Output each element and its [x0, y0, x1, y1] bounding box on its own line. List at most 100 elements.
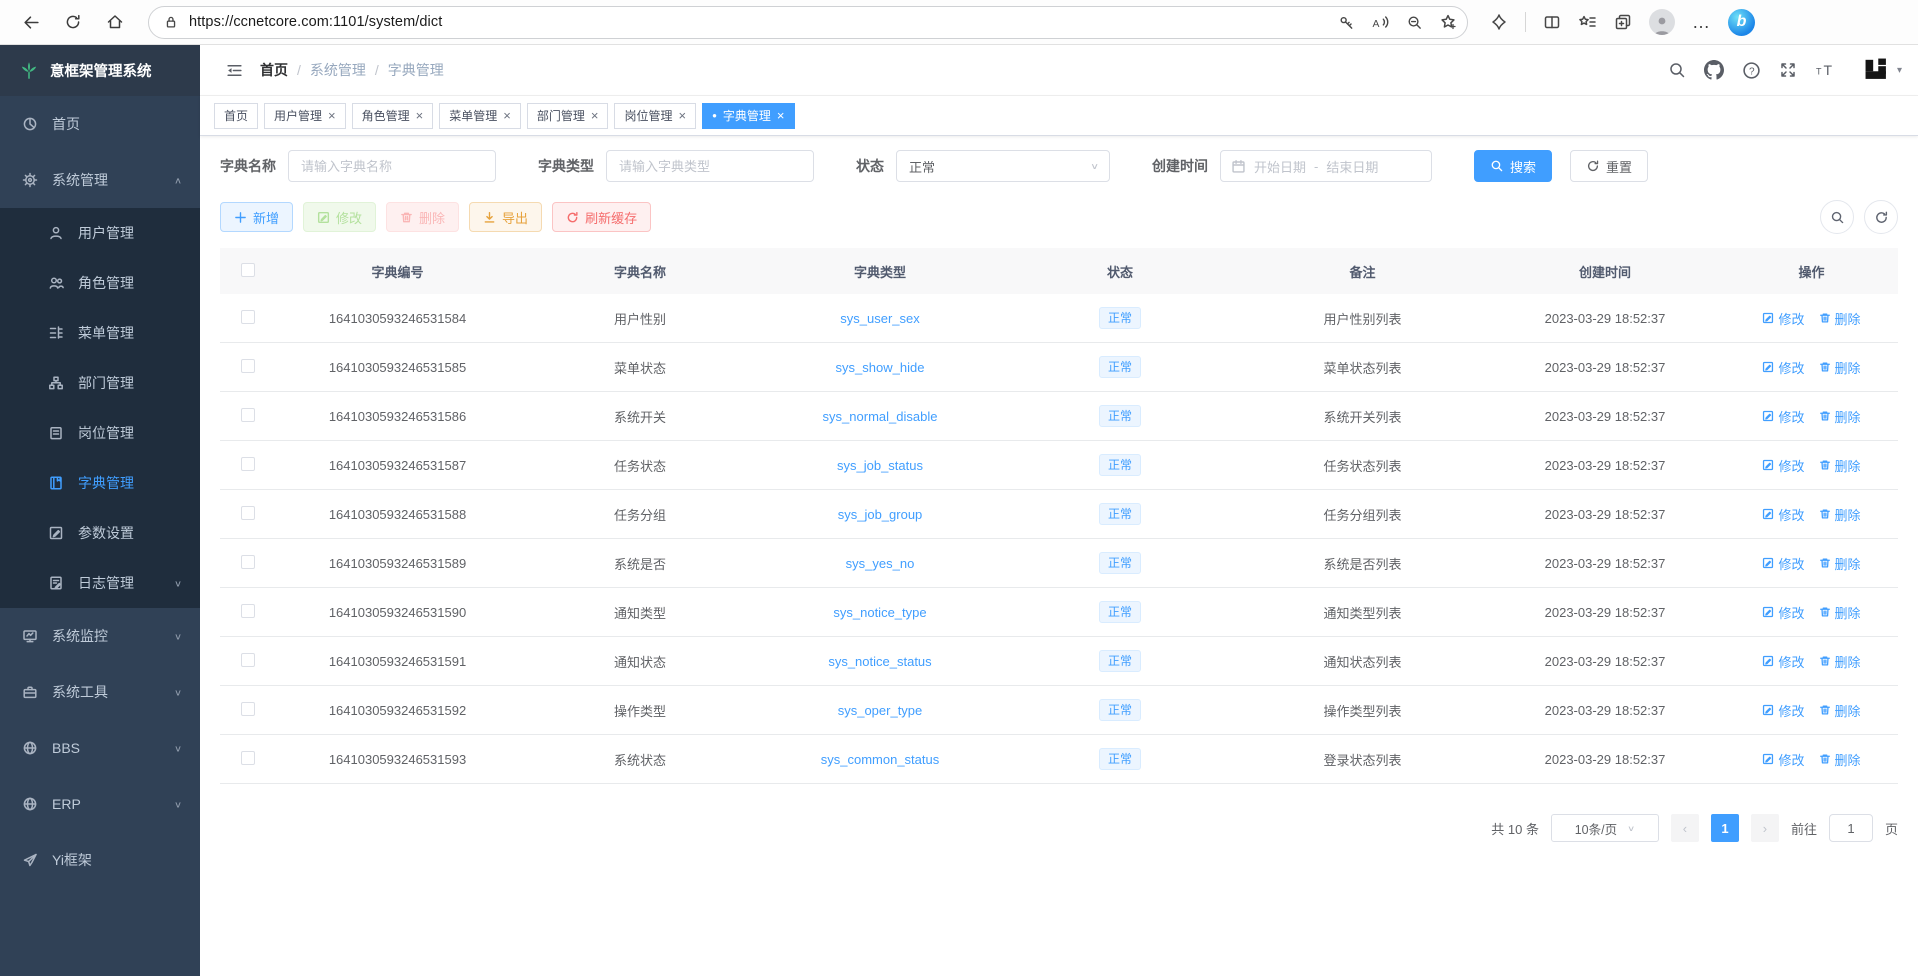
bing-chat-icon[interactable]: b: [1728, 9, 1755, 36]
tag-post[interactable]: 岗位管理×: [614, 103, 696, 129]
url-text[interactable]: https://ccnetcore.com:1101/system/dict: [189, 14, 1328, 30]
row-checkbox[interactable]: [241, 555, 255, 569]
user-menu[interactable]: ▾: [1863, 56, 1902, 84]
toggle-search-button[interactable]: [1820, 200, 1854, 234]
dict-type-link[interactable]: sys_oper_type: [838, 703, 923, 718]
favorites-icon[interactable]: [1578, 13, 1597, 31]
close-icon[interactable]: ×: [591, 108, 599, 123]
refresh-cache-button[interactable]: 刷新缓存: [552, 202, 651, 232]
select-all-checkbox[interactable]: [241, 263, 255, 277]
tag-role[interactable]: 角色管理×: [352, 103, 434, 129]
sidebar-item-home[interactable]: 首页: [0, 96, 200, 152]
date-range-picker[interactable]: 开始日期 - 结束日期: [1220, 150, 1432, 182]
delete-button[interactable]: 删除: [386, 202, 459, 232]
search-button[interactable]: 搜索: [1474, 150, 1552, 182]
help-icon[interactable]: ?: [1742, 61, 1761, 80]
row-checkbox[interactable]: [241, 604, 255, 618]
row-edit-button[interactable]: 修改: [1762, 309, 1804, 328]
row-checkbox[interactable]: [241, 506, 255, 520]
sidebar-item-yi[interactable]: Yi框架: [0, 832, 200, 888]
sidebar-item-tools[interactable]: 系统工具 ∨: [0, 664, 200, 720]
row-edit-button[interactable]: 修改: [1762, 652, 1804, 671]
close-icon[interactable]: ×: [678, 108, 686, 123]
tag-dict-active[interactable]: ●字典管理×: [702, 103, 794, 129]
row-delete-button[interactable]: 删除: [1819, 456, 1861, 475]
settings-more-icon[interactable]: …: [1692, 12, 1711, 33]
row-delete-button[interactable]: 删除: [1819, 309, 1861, 328]
dict-type-link[interactable]: sys_common_status: [821, 752, 940, 767]
dict-type-link[interactable]: sys_job_group: [838, 507, 923, 522]
dict-type-link[interactable]: sys_show_hide: [836, 360, 925, 375]
close-icon[interactable]: ×: [416, 108, 424, 123]
home-icon[interactable]: [98, 5, 132, 39]
dict-type-link[interactable]: sys_normal_disable: [823, 409, 938, 424]
sidebar-item-post[interactable]: 岗位管理: [0, 408, 200, 458]
collections-icon[interactable]: [1614, 13, 1632, 31]
row-edit-button[interactable]: 修改: [1762, 750, 1804, 769]
read-aloud-icon[interactable]: A: [1371, 14, 1390, 31]
dict-type-link[interactable]: sys_yes_no: [846, 556, 915, 571]
sidebar-item-dept[interactable]: 部门管理: [0, 358, 200, 408]
dict-type-link[interactable]: sys_notice_status: [828, 654, 931, 669]
dict-type-link[interactable]: sys_user_sex: [840, 311, 919, 326]
sidebar-item-system[interactable]: 系统管理 ∧: [0, 152, 200, 208]
row-edit-button[interactable]: 修改: [1762, 554, 1804, 573]
row-delete-button[interactable]: 删除: [1819, 652, 1861, 671]
row-delete-button[interactable]: 删除: [1819, 701, 1861, 720]
edit-button[interactable]: 修改: [303, 202, 376, 232]
export-button[interactable]: 导出: [469, 202, 542, 232]
close-icon[interactable]: ×: [503, 108, 511, 123]
row-edit-button[interactable]: 修改: [1762, 505, 1804, 524]
row-edit-button[interactable]: 修改: [1762, 358, 1804, 377]
fullscreen-icon[interactable]: [1779, 61, 1797, 79]
row-checkbox[interactable]: [241, 310, 255, 324]
back-icon[interactable]: [14, 5, 48, 39]
close-icon[interactable]: ×: [777, 108, 785, 123]
status-select[interactable]: 正常 ∨: [896, 150, 1110, 182]
tag-dept[interactable]: 部门管理×: [527, 103, 609, 129]
sidebar-item-bbs[interactable]: BBS ∨: [0, 720, 200, 776]
row-checkbox[interactable]: [241, 457, 255, 471]
zoom-out-icon[interactable]: [1406, 14, 1423, 31]
sidebar-item-role[interactable]: 角色管理: [0, 258, 200, 308]
close-icon[interactable]: ×: [328, 108, 336, 123]
row-delete-button[interactable]: 删除: [1819, 505, 1861, 524]
refresh-icon[interactable]: [56, 5, 90, 39]
tag-user[interactable]: 用户管理×: [264, 103, 346, 129]
next-page-button[interactable]: ›: [1751, 814, 1779, 842]
sidebar-item-dict[interactable]: 字典管理: [0, 458, 200, 508]
goto-page-input[interactable]: [1829, 814, 1873, 842]
address-bar[interactable]: https://ccnetcore.com:1101/system/dict A: [148, 6, 1468, 39]
tag-home[interactable]: 首页: [214, 103, 258, 129]
profile-avatar[interactable]: [1649, 9, 1675, 35]
row-checkbox[interactable]: [241, 702, 255, 716]
dict-type-input[interactable]: [606, 150, 814, 182]
header-search-icon[interactable]: [1668, 61, 1686, 79]
sidebar-item-param[interactable]: 参数设置: [0, 508, 200, 558]
row-delete-button[interactable]: 删除: [1819, 407, 1861, 426]
add-button[interactable]: 新增: [220, 202, 293, 232]
row-edit-button[interactable]: 修改: [1762, 701, 1804, 720]
split-screen-icon[interactable]: [1543, 13, 1561, 31]
sidebar-item-monitor[interactable]: 系统监控 ∨: [0, 608, 200, 664]
page-size-select[interactable]: 10条/页 ∨: [1551, 814, 1659, 842]
browser-essentials-icon[interactable]: [1490, 13, 1508, 31]
sidebar-toggle-icon[interactable]: [216, 52, 252, 88]
tag-menu[interactable]: 菜单管理×: [439, 103, 521, 129]
row-edit-button[interactable]: 修改: [1762, 456, 1804, 475]
sidebar-item-user[interactable]: 用户管理: [0, 208, 200, 258]
password-key-icon[interactable]: [1338, 14, 1355, 31]
dict-name-input[interactable]: [288, 150, 496, 182]
row-checkbox[interactable]: [241, 751, 255, 765]
breadcrumb-home[interactable]: 首页: [260, 60, 288, 80]
prev-page-button[interactable]: ‹: [1671, 814, 1699, 842]
sidebar-item-log[interactable]: 日志管理 ∨: [0, 558, 200, 608]
font-size-icon[interactable]: TT: [1815, 61, 1837, 79]
github-icon[interactable]: [1704, 60, 1724, 80]
row-delete-button[interactable]: 删除: [1819, 554, 1861, 573]
refresh-table-button[interactable]: [1864, 200, 1898, 234]
dict-type-link[interactable]: sys_job_status: [837, 458, 923, 473]
sidebar-item-menu[interactable]: 菜单管理: [0, 308, 200, 358]
row-edit-button[interactable]: 修改: [1762, 407, 1804, 426]
reset-button[interactable]: 重置: [1570, 150, 1648, 182]
